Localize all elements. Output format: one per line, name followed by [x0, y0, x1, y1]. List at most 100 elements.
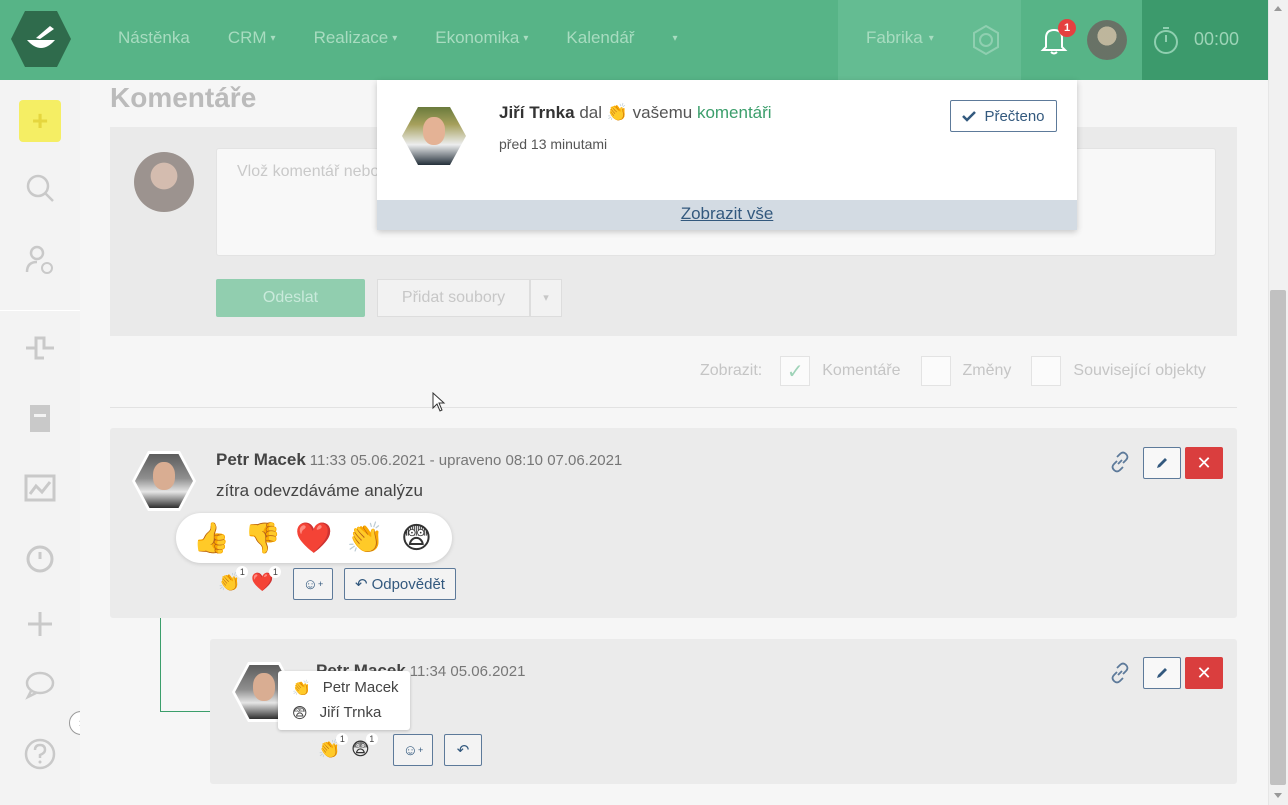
app-logo[interactable]: [10, 8, 72, 70]
fearful-face-icon[interactable]: 😨: [396, 521, 436, 556]
crm-icon[interactable]: [22, 330, 58, 366]
close-icon: ✕: [1196, 662, 1212, 683]
mark-read-label: Přečteno: [984, 107, 1045, 125]
notification-time: před 13 minutami: [499, 136, 608, 152]
reaction-heart[interactable]: ❤️ 1: [251, 566, 282, 593]
chart-icon[interactable]: [22, 470, 58, 506]
comment-meta: 11:33 05.06.2021 - upraveno 08:10 07.06.…: [309, 452, 623, 469]
chevron-down-icon: ▾: [270, 32, 276, 44]
thread-connector: [160, 618, 161, 712]
reaction-clap[interactable]: 👏 1: [318, 733, 349, 760]
chevron-down-icon: ▾: [543, 292, 549, 304]
help-icon[interactable]: [22, 736, 58, 772]
link-icon[interactable]: [1109, 662, 1131, 684]
emoji-picker: 👍 👎 ❤️ 👏 😨: [176, 513, 452, 563]
mark-read-button[interactable]: Přečteno: [950, 100, 1057, 132]
nav-dashboard[interactable]: Nástěnka: [118, 28, 190, 48]
chevron-down-icon: ▾: [928, 32, 934, 44]
nav-ekonomika[interactable]: Ekonomika ▾: [435, 28, 528, 48]
mouse-cursor-icon: [432, 392, 446, 412]
filter-changes-checkbox[interactable]: [920, 356, 951, 386]
delete-button[interactable]: ✕: [1185, 657, 1223, 689]
nav-crm[interactable]: CRM ▾: [228, 28, 276, 48]
clapping-hands-icon: 👏: [606, 103, 628, 122]
scroll-down-arrow[interactable]: [1274, 793, 1282, 798]
notification-dropdown: Jiří Trnka dal 👏 vašemu komentáři před 1…: [377, 80, 1077, 230]
search-icon[interactable]: [22, 170, 58, 206]
add-reaction-button[interactable]: ☺ +: [393, 734, 433, 766]
document-icon[interactable]: [22, 400, 58, 436]
reaction-count: 1: [365, 733, 378, 745]
comment-text: zítra odevzdáváme analýzu: [216, 481, 423, 500]
reaction-users-tooltip: 👏 Petr Macek 😨 Jiří Trnka: [278, 671, 410, 730]
add-task-icon[interactable]: [22, 606, 58, 642]
company-name: Fabrika: [866, 28, 923, 47]
plus-icon: +: [418, 745, 424, 755]
add-reaction-button[interactable]: ☺ +: [293, 568, 333, 600]
comment-author[interactable]: Petr Macek: [216, 450, 306, 469]
avatar: [134, 152, 194, 212]
edit-button[interactable]: [1143, 657, 1181, 689]
add-new-button[interactable]: +: [19, 100, 61, 142]
thumbs-down-icon[interactable]: 👎: [243, 521, 283, 556]
thread-connector: [160, 711, 210, 712]
smiley-icon: ☺: [402, 741, 419, 759]
comment-placeholder: Vlož komentář nebo: [237, 163, 380, 180]
scrollbar-thumb[interactable]: [1270, 290, 1286, 785]
delete-button[interactable]: ✕: [1185, 447, 1223, 479]
thumbs-up-icon[interactable]: 👍: [192, 521, 232, 556]
timer-value: 00:00: [1194, 29, 1240, 49]
sidebar-divider: [0, 310, 80, 311]
reaction-fearful[interactable]: 😨 1: [351, 733, 378, 760]
gear-icon[interactable]: [970, 24, 1002, 56]
reply-button[interactable]: ↶: [444, 734, 482, 766]
add-files-button[interactable]: Přidat soubory: [377, 279, 530, 317]
send-button[interactable]: Odeslat: [216, 279, 365, 317]
nav-label: Realizace: [313, 28, 389, 47]
chevron-down-icon: ▾: [523, 32, 529, 44]
nav-calendar[interactable]: Kalendář: [566, 28, 634, 48]
company-switcher[interactable]: Fabrika ▾: [866, 28, 934, 48]
pencil-icon: [1157, 668, 1167, 678]
reply-icon: ↶: [355, 576, 368, 593]
chevron-down-icon: ▾: [392, 32, 398, 44]
filter-related-checkbox[interactable]: [1031, 356, 1062, 386]
stopwatch-icon[interactable]: [1150, 24, 1182, 56]
tooltip-row: 👏 Petr Macek: [278, 675, 410, 700]
user-search-icon[interactable]: [22, 242, 58, 278]
user-avatar[interactable]: [1087, 20, 1127, 60]
filter-comments-checkbox[interactable]: ✓: [780, 356, 811, 386]
show-all-link[interactable]: Zobrazit vše: [377, 200, 1077, 230]
notification-link[interactable]: komentáři: [697, 103, 772, 122]
reply-button[interactable]: ↶ Odpovědět: [344, 568, 456, 600]
add-files-dropdown-button[interactable]: ▾: [530, 279, 562, 317]
clapping-hands-icon[interactable]: 👏: [345, 521, 385, 556]
tooltip-row: 😨 Jiří Trnka: [278, 700, 410, 725]
scroll-up-arrow[interactable]: [1274, 6, 1282, 11]
comment-meta: 11:34 05.06.2021: [409, 663, 526, 680]
plus-icon: +: [318, 579, 324, 589]
notification-count-badge: 1: [1058, 19, 1076, 37]
smiley-icon: ☺: [302, 575, 319, 593]
fearful-face-icon: 😨: [292, 704, 308, 722]
timesheet-icon[interactable]: [22, 540, 58, 576]
nav-realizace[interactable]: Realizace ▾: [314, 28, 398, 48]
notification-actor: Jiří Trnka: [499, 103, 575, 122]
filter-comments-label: Komentáře: [822, 362, 901, 379]
link-icon[interactable]: [1109, 451, 1131, 473]
plus-icon: +: [31, 105, 49, 136]
close-icon: ✕: [1196, 452, 1212, 473]
reaction-clap[interactable]: 👏 1: [218, 566, 249, 593]
edit-button[interactable]: [1143, 447, 1181, 479]
avatar: [402, 107, 466, 165]
divider: [110, 407, 1237, 408]
nav-more[interactable]: ▾: [672, 28, 677, 48]
chat-icon[interactable]: [22, 666, 58, 702]
check-icon: [962, 111, 977, 122]
filter-changes-label: Změny: [962, 362, 1012, 379]
page-title: Komentáře: [110, 82, 257, 113]
nav-label: Kalendář: [566, 28, 635, 47]
heart-icon[interactable]: ❤️: [294, 521, 334, 556]
filter-related-label: Související objekty: [1073, 362, 1206, 379]
clapping-hands-icon: 👏: [292, 679, 311, 697]
